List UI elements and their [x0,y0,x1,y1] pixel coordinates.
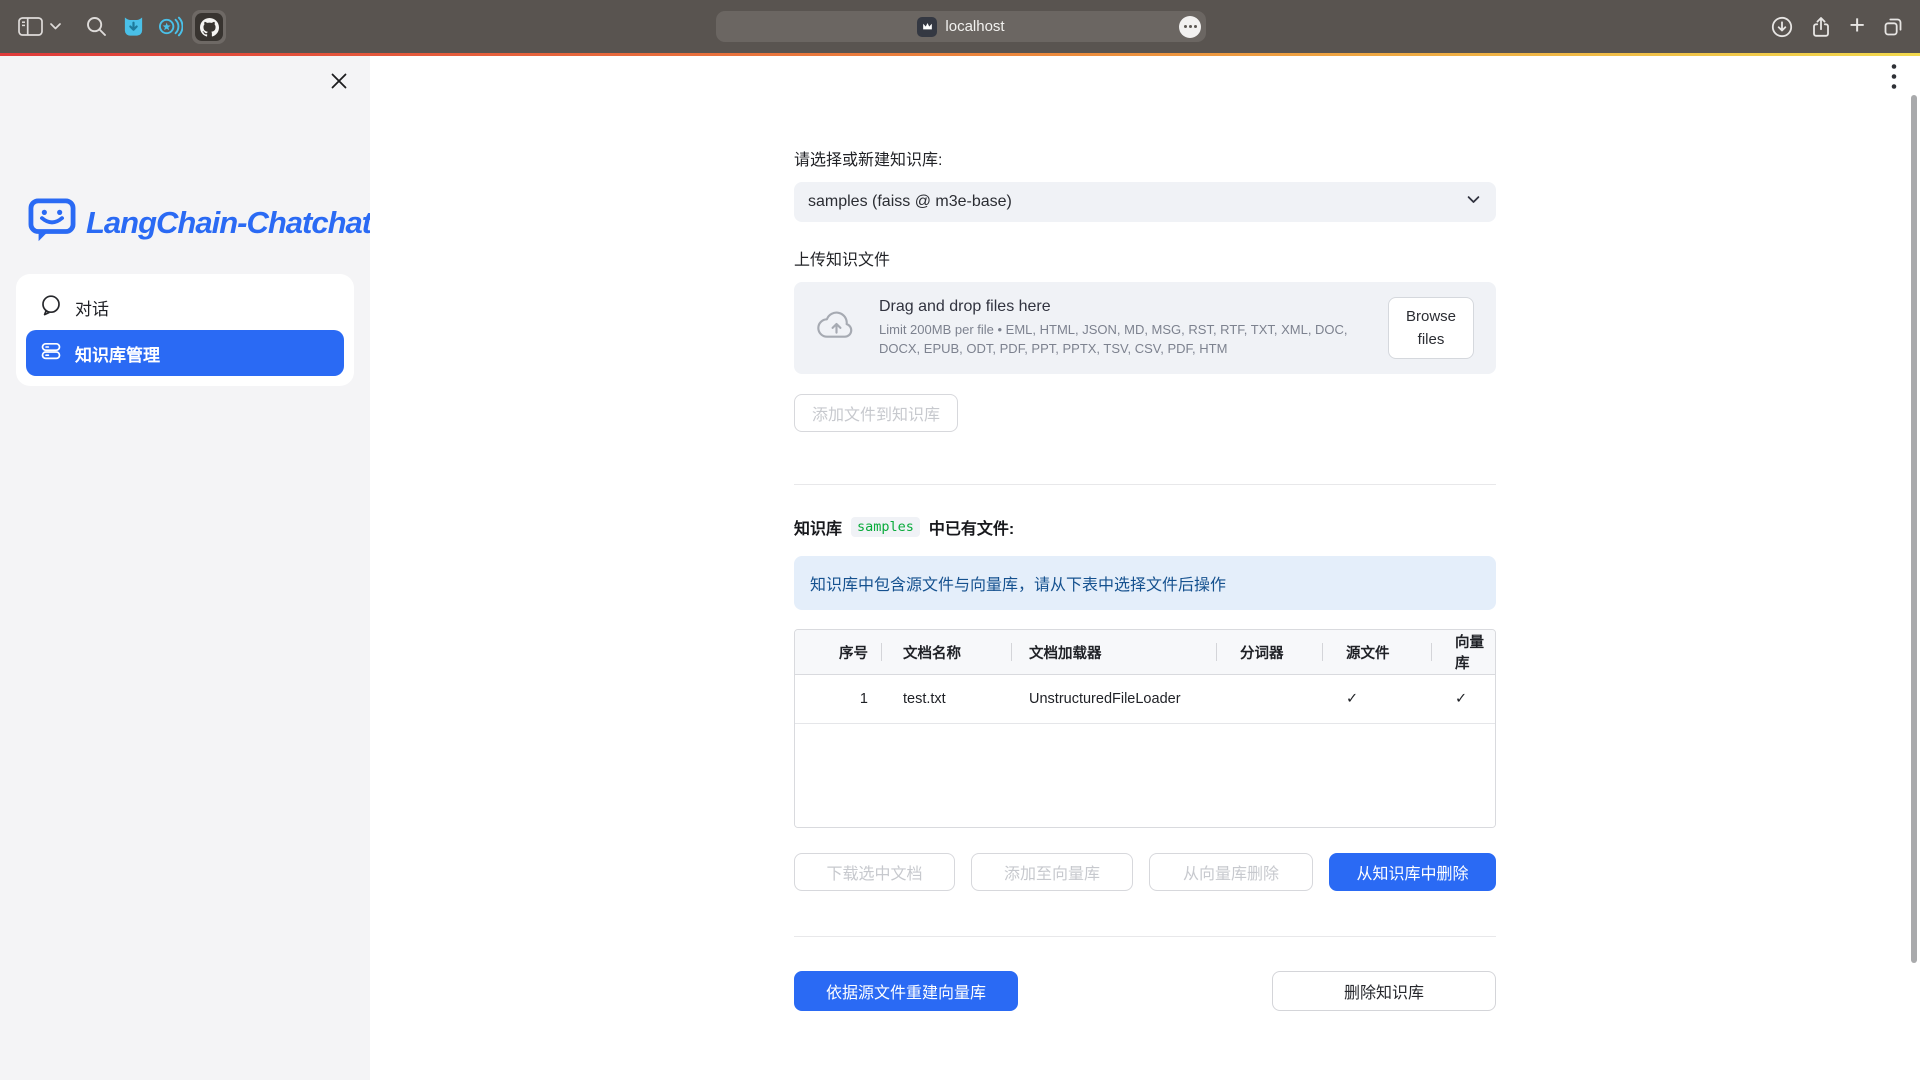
table-row[interactable]: 1 test.txt UnstructuredFileLoader ✓ ✓ [795,675,1495,724]
site-favicon-icon [917,17,937,37]
kb-heading-suffix: 中已有文件: [929,515,1014,539]
extension-circles-button[interactable] [157,0,183,53]
upload-label: 上传知识文件 [794,246,1496,270]
radar-star-icon [157,15,183,38]
cell-doc-loader: UnstructuredFileLoader [1011,675,1216,723]
kb-heading-prefix: 知识库 [794,515,842,539]
column-header-vector-store[interactable]: 向量库 [1431,630,1495,674]
info-banner: 知识库中包含源文件与向量库，请从下表中选择文件后操作 [794,556,1496,610]
delete-from-vector-store-button[interactable]: 从向量库删除 [1149,853,1313,891]
file-dropzone[interactable]: Drag and drop files here Limit 200MB per… [794,282,1496,374]
chat-bubble-icon [40,294,62,321]
cat-download-icon [122,15,145,38]
kebab-menu-icon [1891,63,1897,95]
browser-search-button[interactable] [86,0,107,53]
kb-select-label: 请选择或新建知识库: [794,146,1496,170]
dropzone-limit-text: Limit 200MB per file • EML, HTML, JSON, … [879,321,1366,359]
browser-sidebar-toggle[interactable] [18,0,61,53]
delete-kb-button[interactable]: 删除知识库 [1272,971,1496,1011]
cell-splitter [1216,675,1322,723]
share-button[interactable] [1810,16,1832,38]
kb-files-heading: 知识库 samples 中已有文件: [794,515,1496,539]
address-bar[interactable]: localhost [716,11,1206,42]
sidebar-close-button[interactable] [326,70,352,96]
chat-logo-icon [28,198,76,248]
dropzone-instructions: Drag and drop files here Limit 200MB per… [879,298,1366,359]
divider [794,936,1496,937]
kb-action-buttons: 依据源文件重建向量库 删除知识库 [794,971,1496,1011]
chevron-down-icon [1465,191,1482,213]
column-header-splitter[interactable]: 分词器 [1216,630,1322,674]
screen: localhost + LangChai [0,0,1920,1080]
chevron-down-icon [50,23,61,30]
nav-item-label: 对话 [75,295,109,320]
nav-item-label: 知识库管理 [75,341,160,366]
sidebar-nav: 对话 知识库管理 [16,274,354,386]
column-header-index[interactable]: 序号 [795,630,881,674]
downloads-button[interactable] [1771,16,1793,38]
download-selected-button[interactable]: 下载选中文档 [794,853,955,891]
column-header-doc-name[interactable]: 文档名称 [881,630,1011,674]
extension-github-button[interactable] [192,10,226,44]
app-logo: LangChain-Chatchat [28,198,371,248]
page-content: 请选择或新建知识库: samples (faiss @ m3e-base) 上传… [794,56,1496,1011]
main-area: 请选择或新建知识库: samples (faiss @ m3e-base) 上传… [370,56,1920,1080]
app-sidebar: LangChain-Chatchat 对话 知识库管理 [0,56,370,1080]
cloud-upload-icon [816,310,857,347]
scrollbar-thumb[interactable] [1911,95,1917,963]
column-header-doc-loader[interactable]: 文档加载器 [1011,630,1216,674]
delete-from-kb-button[interactable]: 从知识库中删除 [1329,853,1496,891]
sidebar-panel-icon [18,17,43,36]
tab-overview-button[interactable] [1882,16,1904,38]
app-logo-text: LangChain-Chatchat [86,205,371,241]
address-url: localhost [945,18,1004,35]
column-header-source-file[interactable]: 源文件 [1322,630,1431,674]
browser-toolbar: localhost + [0,0,1920,53]
table-empty-area [795,724,1495,827]
dropzone-title: Drag and drop files here [879,298,1366,316]
nav-item-dialogue[interactable]: 对话 [26,284,344,330]
cell-index: 1 [795,675,881,723]
nav-item-knowledge-base[interactable]: 知识库管理 [26,330,344,376]
database-icon [40,340,62,367]
cell-vector-check: ✓ [1431,675,1495,723]
kb-name-code: samples [851,517,920,537]
extension-cat-download-button[interactable] [122,0,145,53]
new-tab-button[interactable]: + [1849,12,1865,39]
files-table: 序号 文档名称 文档加载器 分词器 源文件 向量库 1 test.txt Uns… [794,629,1496,828]
rebuild-vector-store-button[interactable]: 依据源文件重建向量库 [794,971,1018,1011]
page-options-button[interactable] [1179,16,1201,38]
cell-source-check: ✓ [1322,675,1431,723]
files-table-header: 序号 文档名称 文档加载器 分词器 源文件 向量库 [795,630,1495,675]
github-icon [195,13,223,41]
close-icon [330,72,348,95]
cell-doc-name: test.txt [881,675,1011,723]
kb-select-value: samples (faiss @ m3e-base) [808,193,1465,211]
search-icon [86,16,107,37]
file-action-buttons: 下载选中文档 添加至向量库 从向量库删除 从知识库中删除 [794,853,1496,891]
add-files-to-kb-button[interactable]: 添加文件到知识库 [794,394,958,432]
kb-select[interactable]: samples (faiss @ m3e-base) [794,182,1496,222]
browse-files-button[interactable]: Browse files [1388,297,1474,360]
divider [794,484,1496,485]
add-to-vector-store-button[interactable]: 添加至向量库 [971,853,1133,891]
streamlit-menu-button[interactable] [1885,64,1903,94]
